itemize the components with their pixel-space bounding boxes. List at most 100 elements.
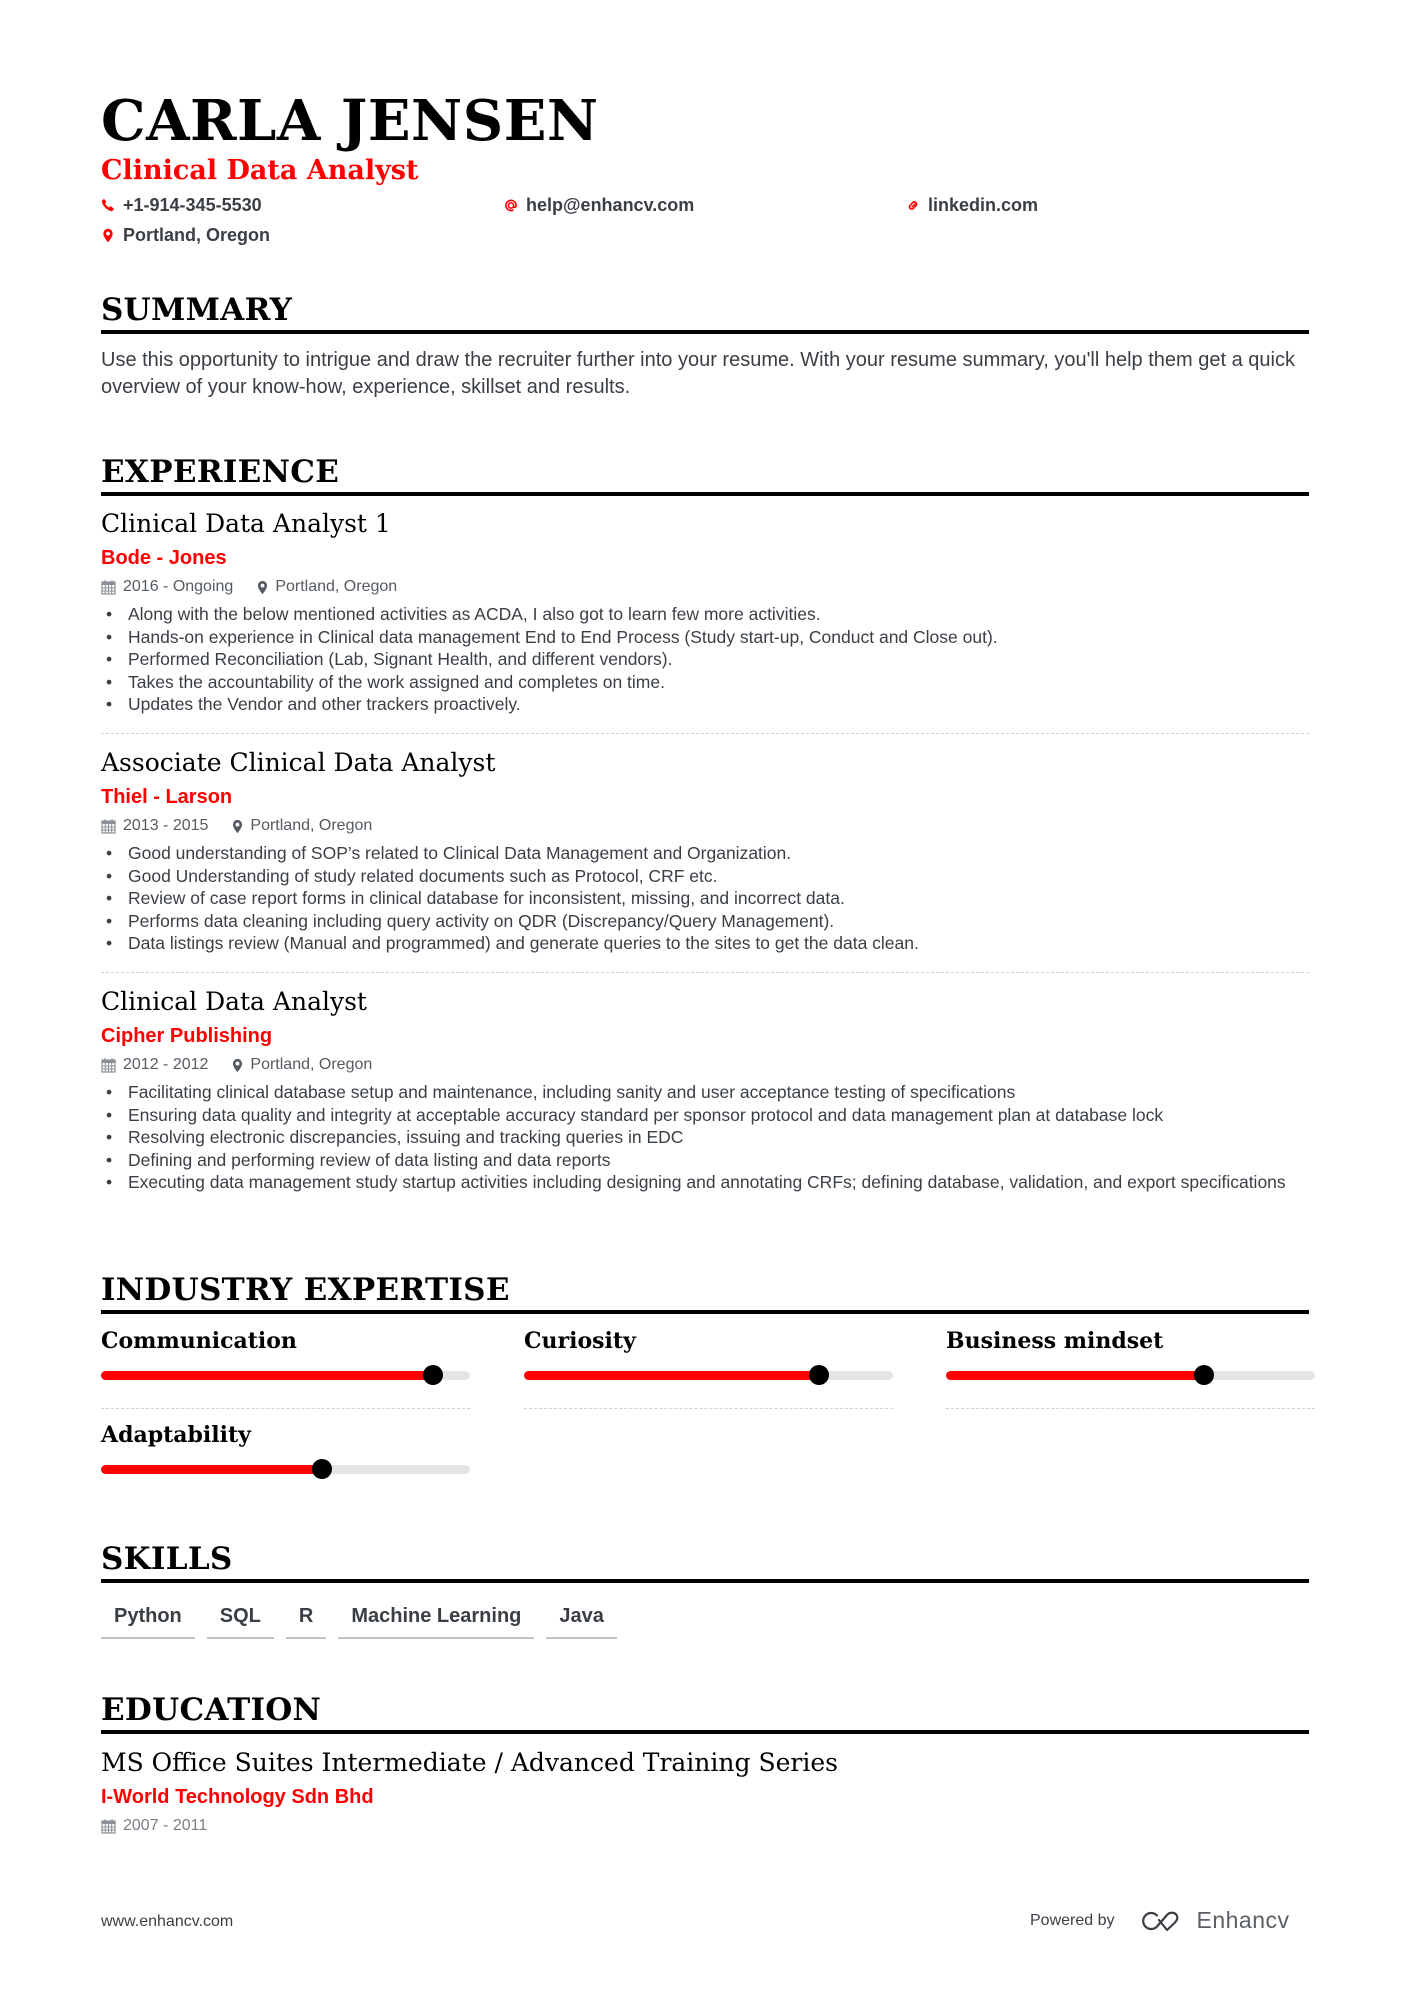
enhancv-logo-icon [1141,1911,1178,1931]
calendar-icon [101,580,116,595]
expertise-bar-knob [312,1459,333,1479]
candidate-name: CARLA JENSEN [101,88,599,154]
education-entry: MS Office Suites Intermediate / Advanced… [101,1748,1309,1836]
expertise-bar-knob [1194,1365,1215,1385]
calendar-icon [101,1819,116,1834]
contact-linkedin[interactable]: linkedin.com [906,194,1038,216]
expertise-item: Curiosity [524,1328,893,1409]
item-divider [524,1408,893,1409]
experience-entry: Associate Clinical Data Analyst Thiel - … [101,748,1309,955]
phone-icon [101,198,115,212]
location-pin-icon [258,580,268,594]
section-divider [101,330,1309,334]
expertise-label: Curiosity [524,1328,636,1354]
brand-name: Enhancv [1196,1907,1290,1933]
education-dates: 2007 - 2011 [101,1816,207,1836]
job-dates: 2016 - Ongoing [101,577,233,597]
bullet-item: Ensuring data quality and integrity at a… [101,1104,1309,1127]
footer-website[interactable]: www.enhancv.com [101,1913,233,1931]
at-icon [504,198,518,213]
bullet-item: Executing data management study startup … [101,1171,1309,1194]
job-bullets: Along with the below mentioned activitie… [101,603,1309,716]
contact-location: Portland, Oregon [101,224,270,246]
entry-divider [101,733,1309,734]
expertise-bar-knob [809,1365,830,1385]
email-link[interactable]: help@enhancv.com [526,194,694,216]
expertise-bar [101,1459,470,1479]
bullet-item: Along with the below mentioned activitie… [101,603,1309,626]
phone-text: +1-914-345-5530 [123,195,262,215]
summary-text: Use this opportunity to intrigue and dra… [101,349,1295,398]
linkedin-link[interactable]: linkedin.com [928,194,1038,216]
company-name: Cipher Publishing [101,1025,273,1047]
job-meta: 2012 - 2012 Portland, Oregon [101,1055,1309,1075]
footer-powered-by: Powered by Enhancv [1030,1907,1290,1934]
skill-tag: SQL [206,1603,274,1639]
skill-tag: R [285,1603,327,1639]
skills-list: Python SQL R Machine Learning Java [101,1603,617,1639]
expertise-heading: INDUSTRY EXPERTISE [101,1272,510,1308]
section-divider [101,1310,1309,1314]
calendar-icon [101,1058,116,1073]
expertise-bar-knob [423,1365,444,1385]
bullet-item: Defining and performing review of data l… [101,1149,1309,1172]
expertise-bar [946,1365,1315,1385]
enhancv-logo[interactable]: Enhancv [1141,1907,1290,1934]
item-divider [946,1408,1315,1409]
powered-by-label: Powered by [1030,1911,1115,1929]
location-pin-icon [233,1058,243,1072]
expertise-item: Business mindset [946,1328,1315,1409]
skill-tag: Java [546,1603,617,1639]
skill-tag: Python [101,1603,195,1639]
bullet-item: Hands-on experience in Clinical data man… [101,626,1309,649]
expertise-bar-fill [101,1465,323,1474]
expertise-item: Communication [101,1328,470,1409]
bullet-item: Performed Reconciliation (Lab, Signant H… [101,648,1309,671]
experience-entry: Clinical Data Analyst 1 Bode - Jones 201… [101,509,1309,716]
item-divider [101,1408,470,1409]
job-location: Portland, Oregon [232,816,372,836]
experience-section-header: EXPERIENCE [101,454,1309,496]
bullet-item: Review of case report forms in clinical … [101,887,1309,910]
location-pin-icon [233,819,243,833]
job-title: Clinical Data Analyst 1 [101,509,391,538]
education-meta: 2007 - 2011 [101,1816,1309,1836]
location-pin-icon [101,228,115,243]
degree-title: MS Office Suites Intermediate / Advanced… [101,1748,838,1777]
expertise-bar [101,1365,470,1385]
calendar-icon [101,819,116,834]
expertise-section-header: INDUSTRY EXPERTISE [101,1272,1309,1314]
expertise-bar-fill [946,1371,1205,1380]
bullet-item: Data listings review (Manual and program… [101,932,1309,955]
section-divider [101,1579,1309,1583]
company-name: Thiel - Larson [101,786,233,808]
job-location: Portland, Oregon [232,1055,372,1075]
candidate-title: Clinical Data Analyst [101,155,419,186]
job-bullets: Facilitating clinical database setup and… [101,1081,1309,1194]
bullet-item: Performs data cleaning including query a… [101,910,1309,933]
link-icon [906,198,920,213]
summary-section-header: SUMMARY [101,292,1309,334]
contact-phone: +1-914-345-5530 [101,194,262,216]
expertise-label: Adaptability [101,1422,251,1448]
experience-entry: Clinical Data Analyst Cipher Publishing … [101,987,1309,1194]
bullet-item: Good Understanding of study related docu… [101,865,1309,888]
expertise-item: Adaptability [101,1422,470,1479]
education-heading: EDUCATION [101,1692,322,1728]
expertise-label: Business mindset [946,1328,1164,1354]
expertise-bar-fill [101,1371,434,1380]
job-dates: 2013 - 2015 [101,816,208,836]
education-section-header: EDUCATION [101,1692,1309,1734]
contact-email[interactable]: help@enhancv.com [504,194,694,216]
experience-heading: EXPERIENCE [101,454,340,490]
summary-heading: SUMMARY [101,292,293,328]
expertise-label: Communication [101,1328,297,1354]
skill-tag: Machine Learning [338,1603,535,1639]
location-text: Portland, Oregon [123,225,271,245]
section-divider [101,1730,1309,1734]
job-meta: 2016 - Ongoing Portland, Oregon [101,577,1309,597]
job-location: Portland, Oregon [257,577,397,597]
skills-section-header: SKILLS [101,1541,1309,1583]
job-dates: 2012 - 2012 [101,1055,208,1075]
institution-name: I-World Technology Sdn Bhd [101,1786,374,1808]
